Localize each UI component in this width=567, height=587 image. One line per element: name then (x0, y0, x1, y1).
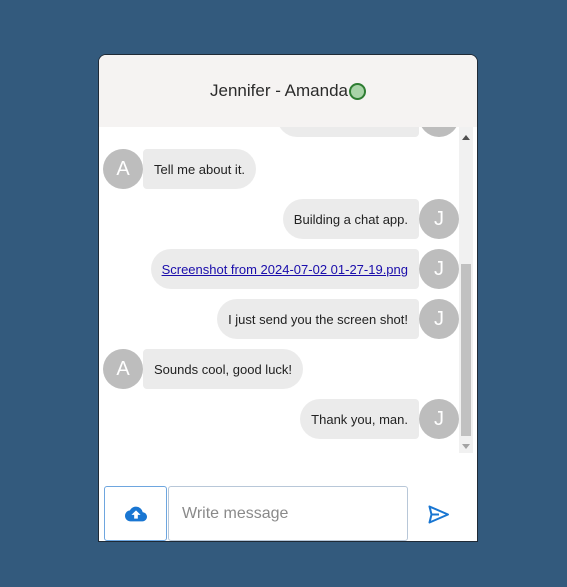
scroll-thumb[interactable] (461, 264, 471, 436)
message-bubble: Thank you, man. (300, 399, 419, 439)
avatar: J (419, 299, 459, 339)
send-button[interactable] (421, 499, 457, 529)
attachment-link[interactable]: Screenshot from 2024-07-02 01-27-19.png (162, 262, 408, 277)
avatar: A (103, 149, 143, 189)
message-input[interactable] (168, 486, 408, 541)
cloud-upload-icon (124, 506, 147, 521)
message-row: Screenshot from 2024-07-02 01-27-19.png … (150, 249, 459, 289)
scroll-down-icon[interactable] (462, 444, 470, 449)
message-bubble: Screenshot from 2024-07-02 01-27-19.png (150, 249, 419, 289)
message-row: J (277, 127, 459, 137)
message-row: I just send you the screen shot! J (217, 299, 459, 339)
composer (99, 485, 477, 541)
message-row: Building a chat app. J (282, 199, 459, 239)
message-bubble: Building a chat app. (282, 199, 419, 239)
message-bubble: Tell me about it. (143, 149, 257, 189)
avatar: A (103, 349, 143, 389)
send-icon (428, 505, 449, 523)
chat-title: Jennifer - Amanda (210, 81, 348, 100)
avatar: J (419, 199, 459, 239)
message-bubble (277, 127, 419, 137)
avatar: J (419, 249, 459, 289)
avatar: J (419, 127, 459, 137)
message-row: Thank you, man. J (300, 399, 459, 439)
message-bubble: I just send you the screen shot! (217, 299, 419, 339)
chat-header: Jennifer - Amanda (99, 55, 477, 127)
message-row: A Sounds cool, good luck! (103, 349, 304, 389)
online-status-icon (348, 82, 366, 100)
upload-button[interactable] (104, 486, 167, 541)
message-row: A Tell me about it. (103, 149, 257, 189)
chat-window: Jennifer - Amanda J A Tell me about it. … (98, 54, 478, 542)
scroll-up-icon[interactable] (462, 135, 470, 140)
avatar: J (419, 399, 459, 439)
message-bubble: Sounds cool, good luck! (143, 349, 304, 389)
message-list[interactable]: J A Tell me about it. Building a chat ap… (99, 127, 459, 453)
message-scrollbar[interactable] (459, 127, 473, 453)
